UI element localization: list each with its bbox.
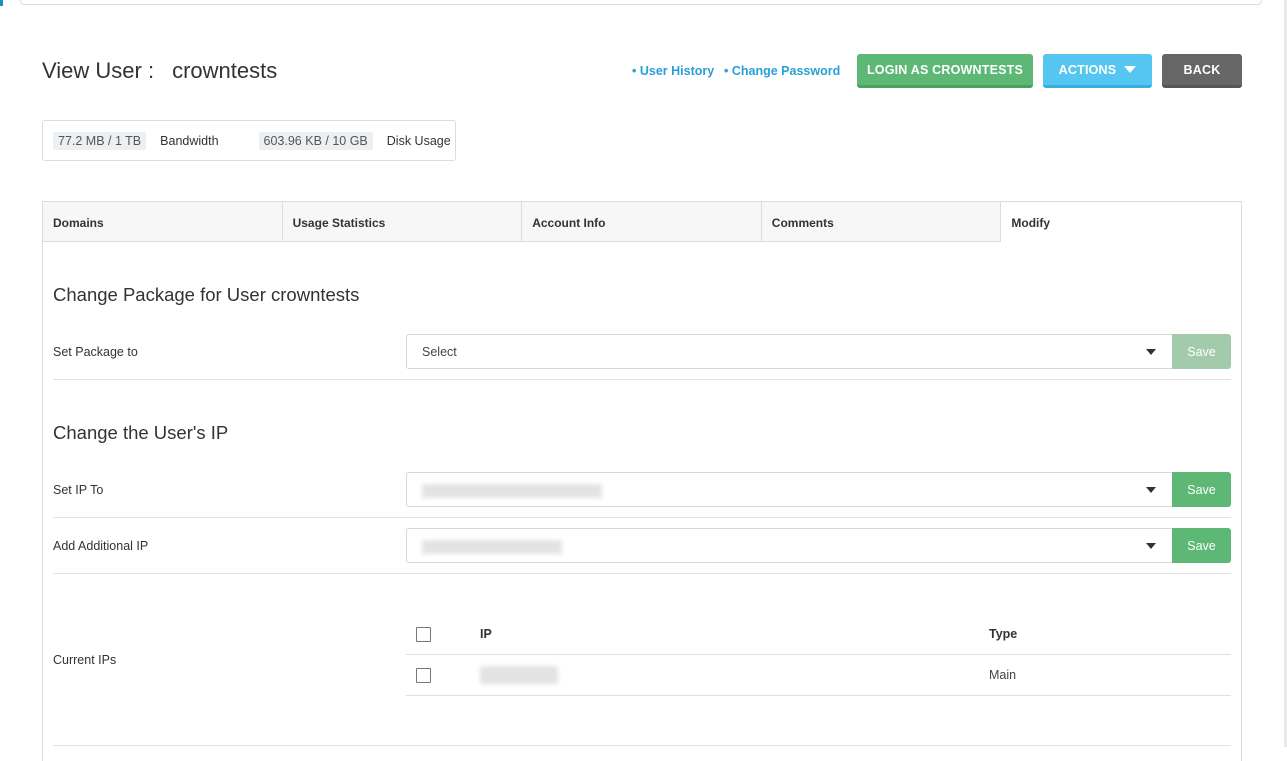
redacted-ip-value bbox=[480, 666, 558, 684]
package-select[interactable]: Select bbox=[406, 334, 1173, 369]
tab-domains[interactable]: Domains bbox=[43, 202, 283, 242]
set-ip-label: Set IP To bbox=[53, 483, 104, 497]
page-title-username: crowntests bbox=[172, 58, 278, 83]
divider bbox=[53, 573, 1231, 574]
type-column-header: Type bbox=[989, 627, 1018, 641]
actions-label: ACTIONS bbox=[1058, 62, 1117, 77]
table-divider bbox=[406, 695, 1231, 696]
dropdown-caret-icon bbox=[1146, 487, 1156, 493]
usage-summary: 77.2 MB / 1 TB Bandwidth 603.96 KB / 10 … bbox=[42, 120, 456, 161]
page-title-prefix: View User : bbox=[42, 58, 155, 83]
row-checkbox[interactable] bbox=[416, 668, 431, 683]
save-additional-ip-button[interactable]: Save bbox=[1172, 528, 1231, 563]
ip-column-header: IP bbox=[480, 627, 492, 641]
set-package-label: Set Package to bbox=[53, 345, 138, 359]
ip-type-cell: Main bbox=[989, 668, 1017, 682]
caret-down-icon bbox=[1124, 66, 1137, 73]
bandwidth-value: 77.2 MB / 1 TB bbox=[53, 131, 147, 150]
user-history-link[interactable]: • User History bbox=[632, 64, 714, 78]
table-divider bbox=[406, 654, 1231, 655]
page-title: View User : crowntests bbox=[42, 58, 277, 84]
disk-usage-value: 603.96 KB / 10 GB bbox=[258, 131, 373, 150]
dropdown-caret-icon bbox=[1146, 349, 1156, 355]
current-ips-label: Current IPs bbox=[53, 653, 117, 667]
login-as-user-button[interactable]: LOGIN AS CROWNTESTS bbox=[857, 54, 1033, 88]
divider bbox=[53, 517, 1231, 518]
tab-modify[interactable]: Modify bbox=[1001, 202, 1241, 242]
save-package-button[interactable]: Save bbox=[1172, 334, 1231, 369]
bandwidth-label: Bandwidth bbox=[160, 133, 219, 148]
actions-dropdown-button[interactable]: ACTIONS bbox=[1043, 54, 1152, 88]
set-ip-select[interactable] bbox=[406, 472, 1173, 507]
top-frame bbox=[20, 0, 1262, 5]
tab-comments[interactable]: Comments bbox=[761, 202, 1002, 242]
back-button[interactable]: BACK bbox=[1162, 54, 1242, 88]
redacted-ip-value bbox=[422, 539, 562, 554]
divider bbox=[53, 379, 1231, 380]
divider bbox=[53, 745, 1231, 746]
change-ip-title: Change the User's IP bbox=[53, 422, 229, 443]
tab-account-info[interactable]: Account Info bbox=[522, 202, 762, 242]
select-all-checkbox[interactable] bbox=[416, 627, 431, 642]
tab-bar: Domains Usage Statistics Account Info Co… bbox=[43, 202, 1241, 242]
disk-usage-label: Disk Usage bbox=[386, 133, 451, 148]
left-accent-bar bbox=[0, 0, 3, 6]
save-ip-button[interactable]: Save bbox=[1172, 472, 1231, 507]
package-select-value: Select bbox=[422, 345, 457, 359]
change-password-link[interactable]: • Change Password bbox=[724, 64, 840, 78]
tab-usage-statistics[interactable]: Usage Statistics bbox=[282, 202, 523, 242]
add-additional-ip-label: Add Additional IP bbox=[53, 539, 149, 553]
user-panel: Domains Usage Statistics Account Info Co… bbox=[42, 201, 1242, 761]
change-package-title: Change Package for User crowntests bbox=[53, 284, 360, 305]
redacted-ip-value bbox=[422, 483, 602, 498]
additional-ip-select[interactable] bbox=[406, 528, 1173, 563]
dropdown-caret-icon bbox=[1146, 543, 1156, 549]
